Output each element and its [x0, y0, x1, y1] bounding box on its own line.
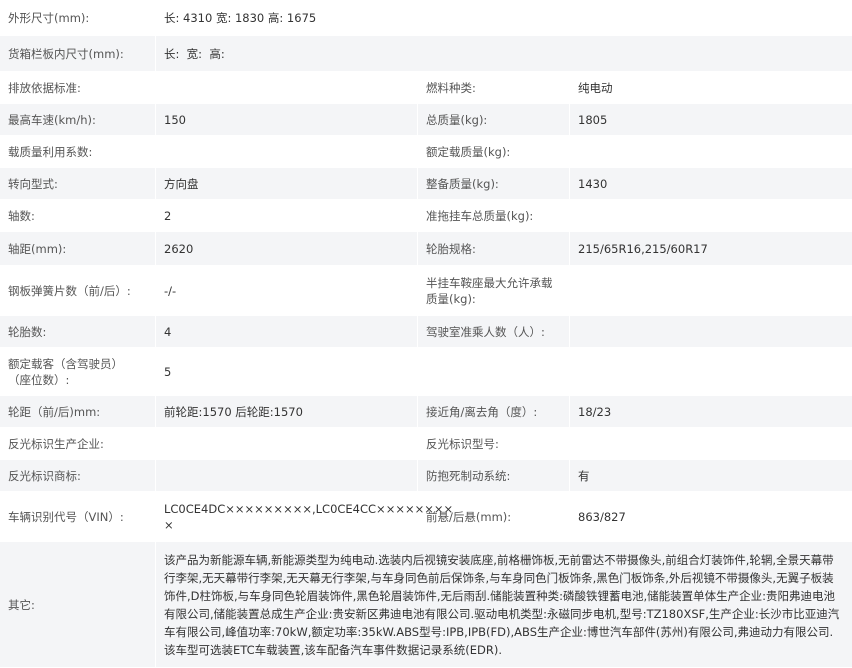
row-label-2: 额定载质量(kg): — [418, 136, 570, 167]
row-value — [156, 460, 418, 491]
row-value-2 — [570, 428, 852, 459]
row-label: 轴数: — [0, 200, 156, 231]
row-label: 钢板弹簧片数（前/后）: — [0, 266, 156, 315]
row-label: 载质量利用系数: — [0, 136, 156, 167]
row-label-2: 前悬/后悬(mm): — [418, 492, 570, 541]
row-label: 货箱栏板内尺寸(mm): — [0, 36, 156, 71]
row-value-2: 有 — [578, 468, 590, 483]
row-value-2: 18/23 — [578, 404, 612, 419]
row-value-2 — [570, 266, 852, 315]
row-label-2: 整备质量(kg): — [418, 168, 570, 199]
row-value: 5 — [164, 364, 172, 379]
row-value-2 — [570, 200, 852, 231]
row-label: 其它: — [0, 542, 156, 667]
row-value: 4 — [156, 316, 418, 347]
row-label: 外形尺寸(mm): — [0, 0, 156, 35]
row-value: 长: 4310 宽: 1830 高: 1675 — [164, 10, 317, 25]
row-value-2: 纯电动 — [578, 80, 613, 95]
row-value: LC0CE4DC×××××××××,LC0CE4CC×××××××× × — [156, 492, 453, 541]
table-row: 排放依据标准: 燃料种类: 纯电动 — [0, 72, 852, 104]
row-label-2: 燃料种类: — [418, 72, 570, 103]
row-value: 该产品为新能源车辆,新能源类型为纯电动.选装内后视镜安装底座,前格栅饰板,无前雷… — [164, 552, 840, 657]
table-row: 轮胎数: 4 驾驶室准乘人数（人）: — [0, 316, 852, 348]
row-value: 2620 — [156, 232, 418, 265]
table-row: 反光标识商标: 防抱死制动系统: 有 — [0, 460, 852, 492]
row-value — [156, 136, 418, 167]
row-label: 最高车速(km/h): — [0, 104, 156, 135]
row-label-2: 轮胎规格: — [418, 232, 570, 265]
row-label-2: 反光标识型号: — [418, 428, 570, 459]
row-value: 2 — [156, 200, 418, 231]
row-label: 车辆识别代号（VIN）: — [0, 492, 156, 541]
row-label: 反光标识生产企业: — [0, 428, 156, 459]
row-value: 方向盘 — [156, 168, 418, 199]
table-row: 车辆识别代号（VIN）: LC0CE4DC×××××××××,LC0CE4CC×… — [0, 492, 852, 542]
table-row: 货箱栏板内尺寸(mm): 长: 宽: 高: — [0, 36, 852, 72]
row-label: 轮胎数: — [0, 316, 156, 347]
row-label-2: 防抱死制动系统: — [418, 460, 570, 491]
row-label-2: 总质量(kg): — [418, 104, 570, 135]
row-value-2: 1805 — [578, 112, 608, 127]
table-row: 最高车速(km/h): 150 总质量(kg): 1805 — [0, 104, 852, 136]
table-row: 转向型式: 方向盘 整备质量(kg): 1430 — [0, 168, 852, 200]
row-value: 前轮距:1570 后轮距:1570 — [156, 396, 418, 427]
row-value — [156, 428, 418, 459]
row-label: 轮距（前/后)mm: — [0, 396, 156, 427]
row-value-2 — [570, 136, 852, 167]
table-row: 载质量利用系数: 额定载质量(kg): — [0, 136, 852, 168]
row-label: 反光标识商标: — [0, 460, 156, 491]
row-label: 排放依据标准: — [0, 72, 156, 103]
table-row: 其它: 该产品为新能源车辆,新能源类型为纯电动.选装内后视镜安装底座,前格栅饰板… — [0, 542, 852, 668]
table-row: 轮距（前/后)mm: 前轮距:1570 后轮距:1570 接近角/离去角（度）:… — [0, 396, 852, 428]
row-label-2: 准拖挂车总质量(kg): — [418, 200, 570, 231]
row-label-2: 驾驶室准乘人数（人）: — [418, 316, 570, 347]
row-label-2: 半挂车鞍座最大允许承载 质量(kg): — [418, 266, 570, 315]
row-value-2: 863/827 — [578, 509, 626, 524]
table-row: 反光标识生产企业: 反光标识型号: — [0, 428, 852, 460]
row-label-2: 接近角/离去角（度）: — [418, 396, 570, 427]
table-row: 外形尺寸(mm): 长: 4310 宽: 1830 高: 1675 — [0, 0, 852, 36]
table-row: 轴数: 2 准拖挂车总质量(kg): — [0, 200, 852, 232]
table-row: 额定载客（含驾驶员） （座位数）: 5 — [0, 348, 852, 396]
row-label: 转向型式: — [0, 168, 156, 199]
row-value-2: 1430 — [578, 176, 608, 191]
row-label: 额定载客（含驾驶员） （座位数）: — [0, 348, 156, 395]
table-row: 轴距(mm): 2620 轮胎规格: 215/65R16,215/60R17 — [0, 232, 852, 266]
row-label: 轴距(mm): — [0, 232, 156, 265]
row-value-2: 215/65R16,215/60R17 — [578, 241, 708, 256]
row-value — [156, 72, 418, 103]
row-value: 长: 宽: 高: — [164, 46, 225, 61]
row-value: 150 — [156, 104, 418, 135]
table-row: 钢板弹簧片数（前/后）: -/- 半挂车鞍座最大允许承载 质量(kg): — [0, 266, 852, 316]
row-value-2 — [570, 316, 852, 347]
row-value: -/- — [156, 266, 418, 315]
